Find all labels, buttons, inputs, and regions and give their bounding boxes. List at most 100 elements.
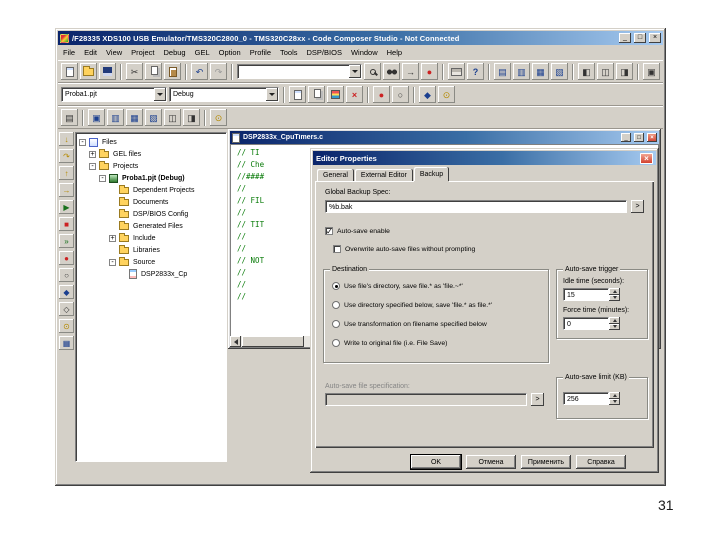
mixed-mode-button[interactable]: ⊙ (210, 109, 227, 126)
tab-general[interactable]: General (317, 169, 354, 181)
undo-button[interactable]: ↶ (191, 63, 208, 80)
editor-maximize-button[interactable]: □ (634, 133, 644, 142)
toggle-bookmark-button[interactable]: ▣ (88, 109, 105, 126)
idle-time-value[interactable]: 15 (563, 288, 609, 301)
tree-item-projects[interactable]: - Projects (76, 160, 226, 172)
destination-radio-1[interactable] (332, 282, 340, 290)
menu-profile[interactable]: Profile (246, 47, 275, 58)
stop-build-button[interactable]: × (346, 86, 363, 103)
menu-help[interactable]: Help (383, 47, 406, 58)
prev-bookmark-button[interactable]: ▦ (126, 109, 143, 126)
tab-backup[interactable]: Backup (413, 167, 450, 181)
config-combo-dropdown[interactable] (266, 88, 278, 101)
menu-window[interactable]: Window (347, 47, 382, 58)
menu-dspbios[interactable]: DSP/BIOS (303, 47, 346, 58)
rebuild-all-button[interactable] (327, 86, 344, 103)
toggle-breakpoint-side-button[interactable]: ● (59, 251, 74, 265)
autosave-spec-browse-button[interactable]: > (531, 393, 544, 406)
step-into-button[interactable]: ↓ (59, 132, 74, 146)
tree-item-gel-files[interactable]: + GEL files (76, 148, 226, 160)
compile-file-button[interactable] (289, 86, 306, 103)
copy-button[interactable] (145, 63, 162, 80)
run-button[interactable]: ▶ (59, 200, 74, 214)
search-text-combo[interactable] (237, 64, 362, 79)
expander-icon[interactable]: + (109, 234, 116, 242)
clear-probes-button[interactable]: ◇ (59, 302, 74, 316)
menu-tools[interactable]: Tools (276, 47, 302, 58)
expander-icon[interactable]: + (89, 150, 96, 158)
tree-item-dspbios-config[interactable]: DSP/BIOS Config (76, 208, 226, 220)
animate-button[interactable]: » (59, 234, 74, 248)
toggle-probe-button[interactable]: ◆ (419, 86, 436, 103)
view-mixed-button[interactable]: ▧ (551, 63, 568, 80)
profile-clock-button[interactable]: ⊙ (438, 86, 455, 103)
tab-external-editor[interactable]: External Editor (354, 169, 413, 181)
force-spin-down-button[interactable] (609, 323, 620, 330)
limit-value[interactable]: 256 (563, 392, 609, 405)
close-button[interactable]: × (649, 33, 661, 43)
expander-icon[interactable]: - (109, 258, 116, 266)
tree-item-files[interactable]: - Files (76, 136, 226, 148)
menu-project[interactable]: Project (127, 47, 158, 58)
split-right-button[interactable]: ◨ (616, 63, 633, 80)
tree-item-source-file[interactable]: DSP2833x_Cp (76, 268, 226, 280)
next-bookmark-button[interactable]: ▥ (107, 109, 124, 126)
destination-radio-3[interactable] (332, 320, 340, 328)
find-in-files-button[interactable] (383, 63, 400, 80)
destination-radio-4[interactable] (332, 339, 340, 347)
project-combo-dropdown[interactable] (154, 88, 166, 101)
document-outline-button[interactable]: ▤ (61, 109, 78, 126)
limit-spin-down-button[interactable] (609, 398, 620, 405)
idle-spin-down-button[interactable] (609, 294, 620, 301)
expander-icon[interactable]: - (89, 162, 96, 170)
project-combo[interactable]: Proba1.pjt (61, 87, 167, 102)
incremental-build-button[interactable] (308, 86, 325, 103)
editor-minimize-button[interactable]: _ (621, 133, 631, 142)
paste-button[interactable] (164, 63, 181, 80)
project-combo-value[interactable]: Proba1.pjt (62, 88, 154, 101)
halt-button[interactable]: ■ (59, 217, 74, 231)
print-button[interactable] (448, 63, 465, 80)
tree-item-generated-files[interactable]: Generated Files (76, 220, 226, 232)
tree-item-proba1-project[interactable]: - Proba1.pjt (Debug) (76, 172, 226, 184)
find-next-button[interactable]: → (402, 63, 419, 80)
tree-item-include[interactable]: + Include (76, 232, 226, 244)
global-backup-browse-button[interactable]: > (631, 200, 644, 213)
tree-item-documents[interactable]: Documents (76, 196, 226, 208)
minimize-button[interactable]: _ (619, 33, 631, 43)
split-window-button[interactable]: ◫ (597, 63, 614, 80)
toggle-breakpoint-button[interactable]: ● (373, 86, 390, 103)
view-cols-button[interactable]: ▥ (513, 63, 530, 80)
maximize-button[interactable]: □ (634, 33, 646, 43)
clear-breakpoints-button[interactable]: ○ (59, 268, 74, 282)
window-list-button[interactable]: ◫ (164, 109, 181, 126)
expander-icon[interactable]: - (99, 174, 106, 182)
new-file-button[interactable] (61, 63, 78, 80)
menu-option[interactable]: Option (215, 47, 245, 58)
expander-icon[interactable]: - (79, 138, 86, 146)
search-text-value[interactable] (238, 65, 349, 78)
menu-file[interactable]: File (59, 47, 79, 58)
tree-item-source[interactable]: - Source (76, 256, 226, 268)
cancel-button[interactable]: Отмена (466, 455, 516, 469)
memory-view-button[interactable]: ▦ (59, 336, 74, 350)
split-left-button[interactable]: ◧ (578, 63, 595, 80)
menu-edit[interactable]: Edit (80, 47, 101, 58)
menu-debug[interactable]: Debug (160, 47, 190, 58)
scroll-left-button[interactable] (230, 336, 241, 347)
open-file-button[interactable] (80, 63, 97, 80)
tree-item-libraries[interactable]: Libraries (76, 244, 226, 256)
properties-button[interactable]: ◨ (183, 109, 200, 126)
window-box-button[interactable]: ▣ (643, 63, 660, 80)
save-file-button[interactable] (99, 63, 116, 80)
view-grid-button[interactable]: ▦ (532, 63, 549, 80)
step-over-button[interactable]: ↷ (59, 149, 74, 163)
apply-button[interactable]: Применить (521, 455, 571, 469)
search-combo-dropdown[interactable] (349, 65, 361, 78)
build-config-combo[interactable]: Debug (169, 87, 279, 102)
editor-close-button[interactable]: × (647, 133, 657, 142)
ok-button[interactable]: OK (410, 454, 462, 470)
redo-button[interactable]: ↷ (210, 63, 227, 80)
dialog-titlebar[interactable]: Editor Properties × (313, 151, 656, 165)
view-list-button[interactable]: ▤ (494, 63, 511, 80)
